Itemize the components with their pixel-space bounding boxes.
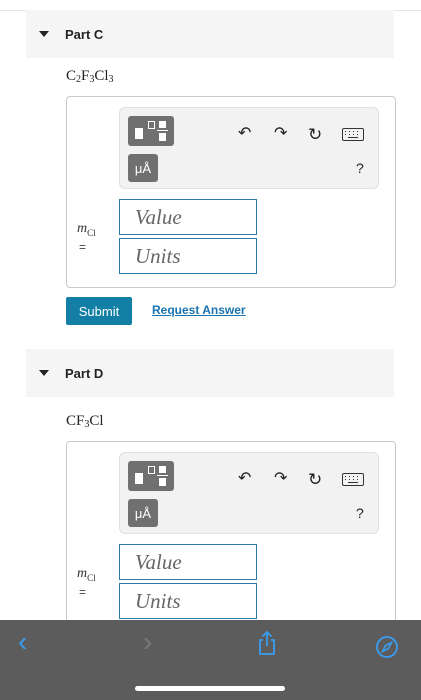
- template-fraction-icon: [159, 466, 166, 473]
- part-c-answer-box: μÅ ↶ ↷ ↻ ? mCl = Value Units: [66, 96, 396, 288]
- keyboard-icon[interactable]: [342, 473, 364, 486]
- part-d-header[interactable]: Part D: [26, 349, 394, 397]
- help-button[interactable]: ?: [356, 160, 364, 176]
- template-square-icon: [135, 473, 143, 484]
- caret-down-icon[interactable]: [39, 31, 49, 37]
- variable-label: mCl: [77, 221, 96, 238]
- variable-subscript: Cl: [87, 227, 96, 238]
- part-c-header[interactable]: Part C: [26, 10, 394, 58]
- formula-text: Cl: [94, 68, 109, 84]
- part-d-answer-box: μÅ ↶ ↷ ↻ ? mCl = Value Units: [66, 441, 396, 643]
- variable-subscript: Cl: [87, 572, 96, 583]
- forward-icon[interactable]: ›: [143, 628, 152, 656]
- template-superscript-icon: [148, 121, 155, 129]
- equals-sign: =: [79, 240, 87, 254]
- part-d-title: Part D: [65, 365, 104, 381]
- value-input[interactable]: Value: [119, 544, 257, 580]
- template-superscript-icon: [148, 466, 155, 474]
- compass-icon[interactable]: [375, 635, 399, 659]
- part-d-formula: CF3Cl: [66, 413, 104, 430]
- undo-icon[interactable]: ↶: [238, 471, 251, 487]
- template-fraction-bottom-icon: [159, 478, 166, 486]
- units-input[interactable]: Units: [119, 583, 257, 619]
- fraction-bar-icon: [157, 475, 168, 476]
- value-input[interactable]: Value: [119, 199, 257, 235]
- units-input[interactable]: Units: [119, 238, 257, 274]
- caret-down-icon[interactable]: [39, 370, 49, 376]
- undo-icon[interactable]: ↶: [238, 126, 251, 142]
- redo-icon[interactable]: ↷: [274, 126, 287, 142]
- template-fraction-icon: [159, 121, 166, 128]
- submit-button[interactable]: Submit: [66, 297, 132, 325]
- variable-symbol: m: [77, 221, 88, 236]
- home-indicator[interactable]: [135, 686, 285, 691]
- redo-icon[interactable]: ↷: [274, 471, 287, 487]
- variable-symbol: m: [77, 566, 88, 581]
- math-toolbar: μÅ ↶ ↷ ↻ ?: [119, 452, 379, 534]
- help-button[interactable]: ?: [356, 505, 364, 521]
- template-fraction-bottom-icon: [159, 133, 166, 141]
- equals-sign: =: [79, 585, 87, 599]
- browser-toolbar: ‹ ›: [0, 620, 421, 700]
- part-c-title: Part C: [65, 26, 104, 42]
- units-button[interactable]: μÅ: [128, 499, 158, 527]
- templates-button[interactable]: [128, 461, 174, 491]
- reset-icon[interactable]: ↻: [308, 471, 322, 488]
- fraction-bar-icon: [157, 130, 168, 131]
- templates-button[interactable]: [128, 116, 174, 146]
- reset-icon[interactable]: ↻: [308, 126, 322, 143]
- share-icon[interactable]: [257, 630, 277, 656]
- part-c-formula: C2F3Cl3: [66, 68, 114, 85]
- units-button[interactable]: μÅ: [128, 154, 158, 182]
- formula-text: C: [66, 68, 77, 84]
- variable-label: mCl: [77, 566, 96, 583]
- template-square-icon: [135, 128, 143, 139]
- formula-subscript: 3: [108, 74, 114, 85]
- formula-text: CF: [66, 413, 85, 429]
- math-toolbar: μÅ ↶ ↷ ↻ ?: [119, 107, 379, 189]
- formula-text: Cl: [89, 413, 104, 429]
- back-icon[interactable]: ‹: [18, 628, 27, 656]
- keyboard-icon[interactable]: [342, 128, 364, 141]
- request-answer-link[interactable]: Request Answer: [152, 303, 246, 317]
